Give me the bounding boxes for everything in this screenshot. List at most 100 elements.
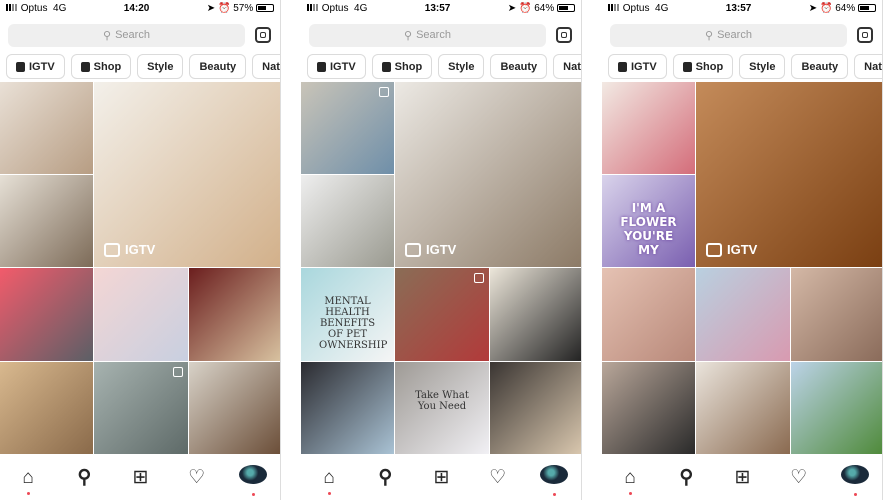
new-post-icon[interactable]: ⊞ — [126, 466, 154, 489]
explore-post-tile[interactable] — [301, 362, 394, 454]
profile-avatar[interactable] — [539, 465, 568, 496]
battery-percent: 64% — [835, 3, 856, 14]
home-icon[interactable]: ⌂ — [14, 467, 42, 495]
tile-caption-text: I'M A FLOWER YOU'RE MY — [620, 200, 677, 257]
explore-post-tile[interactable] — [791, 268, 882, 361]
chip-label: Nature — [563, 60, 581, 73]
home-icon[interactable]: ⌂ — [315, 467, 343, 495]
explore-post-tile[interactable] — [490, 268, 581, 361]
igtv-icon — [16, 61, 25, 72]
carrier: Optus — [622, 3, 650, 14]
carrier: Optus — [321, 3, 349, 14]
topic-chips: IGTV Shop Style Beauty Nature — [301, 54, 581, 79]
topic-chip-style[interactable]: Style — [438, 54, 485, 79]
explore-post-tile[interactable] — [602, 362, 695, 454]
topic-chip-nature[interactable]: Nature — [854, 54, 882, 79]
network: 4G — [354, 3, 368, 14]
explore-post-tile[interactable] — [301, 82, 394, 174]
explore-post-tile[interactable] — [696, 362, 790, 454]
explore-post-tile[interactable]: MENTAL HEALTH BENEFITS OF PET OWNERSHIP — [301, 268, 394, 361]
search-input[interactable]: ⚲ Search — [309, 23, 546, 47]
topic-chip-nature[interactable]: Nature — [553, 54, 581, 79]
explore-post-tile[interactable] — [0, 268, 93, 361]
explore-post-tile[interactable]: I'M A FLOWER YOU'RE MY — [602, 175, 695, 267]
bottom-nav: ⌂ ⚲ ⊞ ♡ — [301, 455, 581, 500]
new-post-icon[interactable]: ⊞ — [728, 466, 756, 489]
bottom-nav: ⌂ ⚲ ⊞ ♡ — [602, 455, 882, 500]
multiple-posts-icon — [474, 273, 484, 283]
explore-post-tile[interactable] — [791, 362, 882, 454]
igtv-video-tile[interactable]: IGTV — [395, 82, 581, 267]
explore-post-tile[interactable] — [602, 82, 695, 174]
heart-icon[interactable]: ♡ — [484, 466, 512, 489]
igtv-icon — [104, 242, 120, 257]
explore-post-tile[interactable] — [696, 268, 790, 361]
tile-caption-text: MENTAL HEALTH BENEFITS OF PET OWNERSHIP — [319, 295, 388, 351]
battery-percent: 64% — [534, 3, 555, 14]
igtv-badge: IGTV — [405, 242, 456, 257]
home-icon[interactable]: ⌂ — [616, 467, 644, 495]
explore-post-tile[interactable] — [301, 175, 394, 267]
chip-label: Beauty — [801, 60, 839, 73]
explore-post-tile[interactable] — [189, 362, 280, 454]
topic-chip-beauty[interactable]: Beauty — [791, 54, 849, 79]
search-icon: ⚲ — [705, 29, 714, 42]
chip-label: Beauty — [500, 60, 538, 73]
scan-camera-icon[interactable] — [857, 27, 873, 43]
search-icon: ⚲ — [103, 29, 112, 42]
search-nav-icon[interactable]: ⚲ — [371, 466, 399, 489]
igtv-badge: IGTV — [104, 242, 155, 257]
tile-caption-text: Take What You Need — [415, 389, 469, 412]
profile-avatar[interactable] — [238, 465, 267, 496]
shopping-bag-icon — [381, 61, 391, 72]
scan-camera-icon[interactable] — [255, 27, 271, 43]
topic-chip-beauty[interactable]: Beauty — [490, 54, 548, 79]
igtv-badge-label: IGTV — [426, 242, 457, 257]
chip-label: Beauty — [199, 60, 237, 73]
status-bar: Optus 4G 14:20 ➤ ⏰ 57% — [0, 0, 280, 17]
search-nav-icon[interactable]: ⚲ — [672, 466, 700, 489]
new-post-icon[interactable]: ⊞ — [427, 466, 455, 489]
search-nav-icon[interactable]: ⚲ — [70, 466, 98, 489]
topic-chip-nature[interactable]: Nature — [252, 54, 280, 79]
igtv-icon — [317, 61, 326, 72]
explore-post-tile[interactable] — [395, 268, 489, 361]
topic-chip-shop[interactable]: Shop — [371, 54, 433, 79]
topic-chip-igtv[interactable]: IGTV — [6, 54, 65, 79]
carrier: Optus — [20, 3, 48, 14]
explore-post-tile[interactable] — [94, 362, 188, 454]
explore-post-tile[interactable] — [602, 268, 695, 361]
bottom-nav: ⌂ ⚲ ⊞ ♡ — [0, 455, 280, 500]
topic-chip-style[interactable]: Style — [739, 54, 786, 79]
chip-label: IGTV — [29, 60, 55, 73]
explore-post-tile[interactable] — [490, 362, 581, 454]
location-icon: ➤ — [507, 3, 517, 14]
signal-icon — [608, 4, 620, 11]
profile-avatar[interactable] — [840, 465, 869, 496]
igtv-video-tile[interactable]: IGTV — [94, 82, 280, 267]
topic-chip-style[interactable]: Style — [137, 54, 184, 79]
topic-chip-shop[interactable]: Shop — [70, 54, 132, 79]
search-input[interactable]: ⚲ Search — [610, 23, 847, 47]
explore-post-tile[interactable] — [94, 268, 188, 361]
topic-chip-beauty[interactable]: Beauty — [189, 54, 247, 79]
igtv-badge-label: IGTV — [125, 242, 156, 257]
clock: 13:57 — [725, 3, 752, 14]
topic-chip-shop[interactable]: Shop — [672, 54, 734, 79]
shopping-bag-icon — [80, 61, 90, 72]
explore-post-tile[interactable] — [0, 175, 93, 267]
heart-icon[interactable]: ♡ — [785, 466, 813, 489]
explore-post-tile[interactable] — [0, 362, 93, 454]
scan-camera-icon[interactable] — [556, 27, 572, 43]
heart-icon[interactable]: ♡ — [183, 466, 211, 489]
igtv-video-tile[interactable]: IGTV — [696, 82, 882, 267]
chip-label: IGTV — [631, 60, 657, 73]
topic-chip-igtv[interactable]: IGTV — [608, 54, 667, 79]
explore-post-tile[interactable] — [189, 268, 280, 361]
explore-post-tile[interactable]: Take What You Need — [395, 362, 489, 454]
topic-chip-igtv[interactable]: IGTV — [307, 54, 366, 79]
explore-post-tile[interactable] — [0, 82, 93, 174]
network: 4G — [655, 3, 669, 14]
search-input[interactable]: ⚲ Search — [8, 23, 245, 47]
phone-explore-screen: Optus 4G 13:57 ➤ ⏰ 64% ⚲ Search IGTV Shop S… — [602, 0, 883, 500]
